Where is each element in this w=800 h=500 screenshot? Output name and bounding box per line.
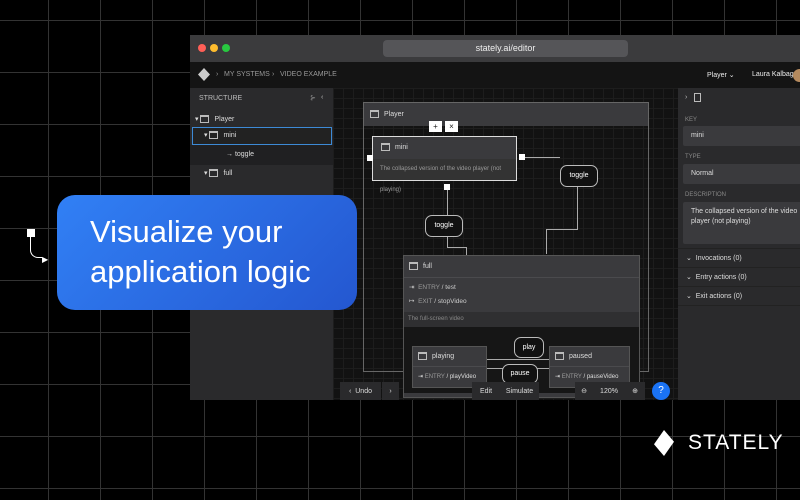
state-description: The full-screen video	[404, 312, 639, 327]
state-player-header: Player	[364, 103, 648, 126]
sidebar-item-label: full	[223, 170, 233, 177]
sidebar-item-toggle[interactable]: → toggle	[190, 145, 333, 165]
maximize-window-button[interactable]	[222, 44, 230, 52]
sidebar-item-label: Player	[214, 116, 235, 123]
type-label: TYPE	[685, 154, 701, 160]
minimize-window-button[interactable]	[210, 44, 218, 52]
machine-select-value: Player	[707, 72, 727, 79]
exit-actions-section[interactable]: ⌄ Exit actions (0)	[678, 287, 800, 306]
sidebar-item-player[interactable]: ▾ Player	[195, 112, 330, 128]
state-icon	[418, 352, 427, 361]
event-toggle-mini[interactable]: toggle	[560, 165, 598, 187]
type-select[interactable]: Normal	[683, 164, 800, 184]
breadcrumb-my-systems[interactable]: MY SYSTEMS	[224, 71, 270, 78]
canvas[interactable]: Player + × mini The collapsed version of…	[333, 88, 678, 400]
close-window-button[interactable]	[198, 44, 206, 52]
properties-panel: › KEY mini TYPE Normal DESCRIPTION The c…	[678, 88, 800, 400]
invocations-section[interactable]: ⌄ Invocations (0)	[678, 249, 800, 268]
tab-edit[interactable]: Edit	[472, 382, 500, 400]
state-mini-header: mini	[373, 137, 516, 159]
brand-name: STATELY	[688, 431, 784, 454]
connector-line	[30, 237, 42, 258]
help-button[interactable]: ?	[652, 382, 670, 400]
state-icon	[370, 110, 379, 119]
description-input[interactable]: The collapsed version of the video playe…	[683, 202, 800, 244]
state-title: mini	[395, 144, 408, 151]
undo-button[interactable]: ‹ Undo	[340, 382, 381, 400]
tab-simulate[interactable]: Simulate	[500, 382, 539, 400]
connector-arrow-icon: ▶	[42, 255, 49, 264]
entry-icon: ⇥	[409, 284, 415, 291]
zoom-in-icon[interactable]: ⊕	[625, 382, 645, 400]
key-input[interactable]: mini	[683, 126, 800, 146]
sidebar-item-full[interactable]: ▾ full	[204, 166, 232, 182]
event-play[interactable]: play	[514, 337, 544, 358]
layout-icon[interactable]: ⊱	[310, 94, 316, 102]
state-icon	[209, 131, 219, 140]
stately-logo-icon	[650, 428, 678, 458]
machine-select[interactable]: Player ⌄	[707, 71, 735, 79]
state-icon	[555, 352, 564, 361]
user-name: Laura Kalbag	[752, 71, 794, 78]
connector-handle	[27, 229, 35, 237]
entry-actions-section[interactable]: ⌄ Entry actions (0)	[678, 268, 800, 287]
state-title: playing	[432, 353, 455, 360]
exit-icon: ↦	[409, 298, 415, 305]
stately-logo-icon[interactable]	[198, 68, 210, 81]
state-paused-header: paused	[550, 347, 629, 367]
sidebar-item-label: toggle	[234, 151, 255, 158]
callout-banner: Visualize your application logic	[57, 195, 357, 310]
browser-titlebar: stately.ai/editor	[190, 35, 800, 62]
app-header: › MY SYSTEMS › VIDEO EXAMPLE Player ⌄ La…	[190, 62, 800, 88]
sidebar-item-label: mini	[223, 132, 237, 139]
arrow-right-icon: →	[226, 151, 233, 158]
zoom-level: 120%	[593, 382, 625, 400]
state-icon	[381, 143, 390, 152]
handle[interactable]	[367, 155, 373, 161]
avatar[interactable]	[793, 69, 800, 82]
url-bar[interactable]: stately.ai/editor	[383, 40, 628, 57]
state-title: paused	[569, 353, 592, 360]
state-full-header: full	[404, 256, 639, 278]
redo-button[interactable]: ›	[382, 382, 399, 400]
add-state-button[interactable]: +	[429, 121, 442, 132]
state-description: The collapsed version of the video playe…	[373, 159, 516, 193]
document-icon	[694, 93, 701, 102]
expand-panel-icon[interactable]: ›	[685, 94, 687, 101]
state-icon	[409, 262, 418, 271]
state-mini[interactable]: mini The collapsed version of the video …	[372, 136, 517, 193]
state-title: full	[423, 263, 432, 270]
zoom-out-icon[interactable]: ⊖	[575, 382, 593, 400]
state-icon	[200, 115, 210, 124]
breadcrumb-video-example[interactable]: VIDEO EXAMPLE	[280, 71, 337, 78]
description-label: DESCRIPTION	[685, 192, 727, 198]
event-toggle-full[interactable]: toggle	[425, 215, 463, 237]
state-playing-header: playing	[413, 347, 486, 367]
key-label: KEY	[685, 117, 698, 123]
collapse-sidebar-icon[interactable]: ‹	[321, 94, 323, 101]
delete-state-button[interactable]: ×	[445, 121, 458, 132]
state-icon	[209, 169, 219, 178]
event-pause[interactable]: pause	[502, 364, 538, 384]
sidebar-item-mini[interactable]: ▾ mini	[192, 127, 332, 145]
state-title: Player	[384, 111, 404, 118]
exit-action: ↦ EXIT / stopVideo	[409, 298, 467, 305]
entry-action: ⇥ ENTRY / test	[409, 284, 456, 291]
sidebar-title: STRUCTURE	[199, 95, 243, 102]
